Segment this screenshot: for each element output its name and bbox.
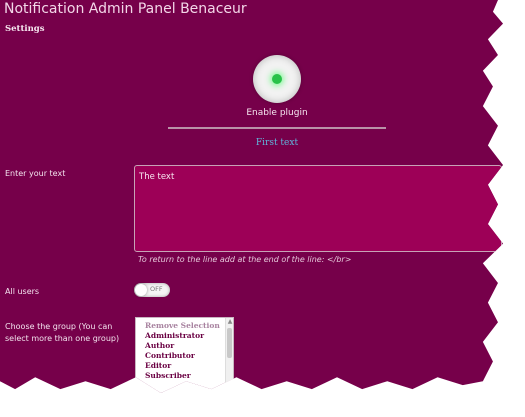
panel-title: Notification Admin Panel Benaceur: [4, 1, 247, 17]
scroll-thumb[interactable]: [227, 328, 232, 358]
settings-heading: Settings: [5, 24, 45, 34]
group-option-subscriber[interactable]: Subscriber: [136, 371, 233, 381]
group-option-editor[interactable]: Editor: [136, 361, 233, 371]
group-option-administrator[interactable]: Administrator: [136, 331, 233, 341]
first-text-heading: First text: [255, 138, 299, 148]
group-option-contributor[interactable]: Contributor: [136, 351, 233, 361]
all-users-toggle[interactable]: OFF: [134, 283, 170, 297]
enable-plugin-button[interactable]: [253, 55, 301, 103]
toggle-knob: [135, 284, 147, 296]
enable-plugin-label: Enable plugin: [246, 108, 308, 118]
section-divider: [168, 127, 386, 129]
scroll-down-icon[interactable]: ▼: [227, 389, 233, 394]
text-input[interactable]: The text: [134, 165, 502, 252]
all-users-label: All users: [5, 287, 40, 296]
group-scrollbar[interactable]: ▲ ▼: [225, 318, 233, 394]
scroll-up-icon[interactable]: ▲: [227, 319, 233, 325]
admin-panel: Notification Admin Panel Benaceur Settin…: [0, 0, 503, 393]
group-label: Choose the group (You can select more th…: [5, 322, 120, 343]
toggle-state: OFF: [150, 285, 163, 293]
status-indicator-icon: [272, 74, 282, 84]
line-break-hint: To return to the line add at the end of …: [138, 255, 352, 264]
group-option-remove-selection[interactable]: Remove Selection: [136, 318, 233, 331]
group-option-author[interactable]: Author: [136, 341, 233, 351]
text-field-label: Enter your text: [5, 169, 66, 178]
group-select[interactable]: Remove Selection Administrator Author Co…: [135, 317, 234, 394]
